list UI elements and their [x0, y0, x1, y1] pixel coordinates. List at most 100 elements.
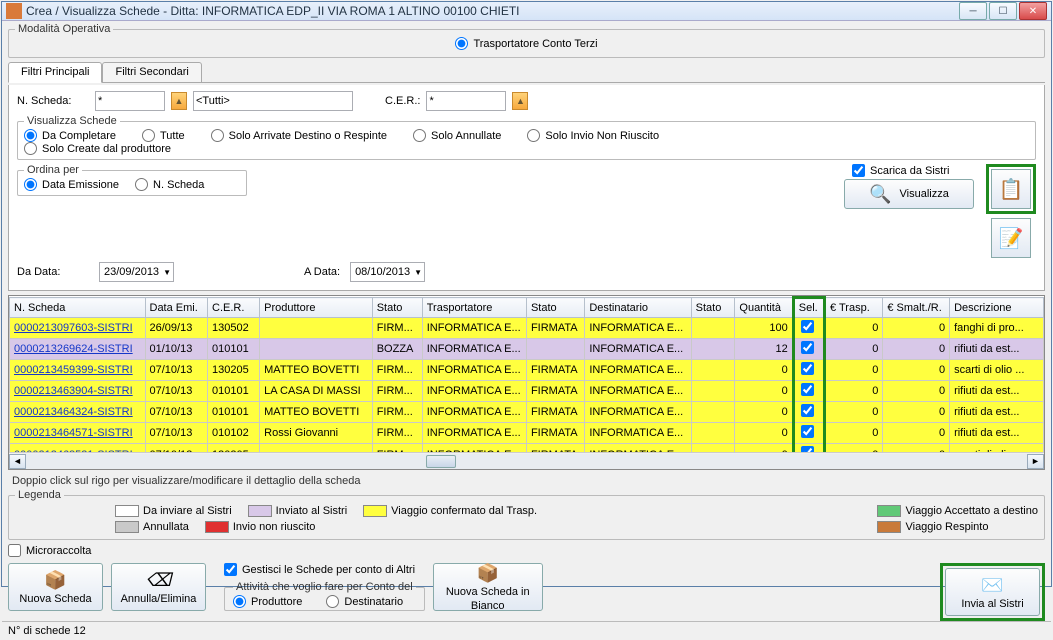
tab-secondary[interactable]: Filtri Secondari	[102, 62, 201, 83]
table-row[interactable]: 0000213463904-SISTRI07/10/13010101LA CAS…	[10, 381, 1044, 402]
close-button[interactable]: ✕	[1019, 2, 1047, 20]
attivita-legend: Attività che voglio fare per Conto del	[233, 581, 416, 593]
a-data-combo[interactable]: 08/10/2013▼	[350, 262, 425, 282]
window-title: Crea / Visualizza Schede - Ditta: INFORM…	[26, 4, 959, 18]
nuova-scheda-button[interactable]: 📦 Nuova Scheda	[8, 563, 103, 611]
nscheda-input[interactable]	[95, 91, 165, 111]
tab-main[interactable]: Filtri Principali	[8, 62, 102, 83]
table-row[interactable]: 0000213468531-SISTRI07/10/13130205FIRM..…	[10, 444, 1044, 453]
cell: rifiuti da est...	[950, 402, 1044, 423]
radio-da-completare[interactable]: Da Completare	[24, 129, 116, 142]
cell: FIRM...	[372, 402, 422, 423]
radio-produttore[interactable]: Produttore	[233, 595, 302, 608]
cell: FIRM...	[372, 444, 422, 453]
cell: 010101	[208, 381, 260, 402]
schede-grid[interactable]: N. SchedaData Emi.C.E.R.ProduttoreStatoT…	[8, 295, 1045, 470]
maximize-button[interactable]: ☐	[989, 2, 1017, 20]
edit-toolbtn[interactable]: 📝	[991, 218, 1031, 258]
col-header[interactable]: Data Emi.	[145, 298, 208, 318]
nuova-bianco-button[interactable]: 📦 Nuova Scheda in Bianco	[433, 563, 543, 611]
cell: FIRM...	[372, 318, 422, 339]
cell	[793, 444, 824, 453]
col-header[interactable]: Stato	[691, 298, 735, 318]
radio-destinatario[interactable]: Destinatario	[326, 595, 403, 608]
cell: 0000213468531-SISTRI	[10, 444, 146, 453]
cell: FIRM...	[372, 381, 422, 402]
cell: FIRMATA	[526, 318, 584, 339]
col-header[interactable]: Destinatario	[585, 298, 691, 318]
col-header[interactable]: Produttore	[260, 298, 373, 318]
mode-group: Modalità Operativa Trasportatore Conto T…	[8, 23, 1045, 58]
col-header[interactable]: Stato	[526, 298, 584, 318]
ord-legend: Ordina per	[24, 164, 82, 176]
tutti-input[interactable]	[193, 91, 353, 111]
col-header[interactable]: € Trasp.	[825, 298, 883, 318]
radio-solo-create[interactable]: Solo Create dal produttore	[24, 142, 171, 155]
scroll-right[interactable]: ►	[1027, 454, 1044, 469]
invia-button[interactable]: ✉️ Invia al Sistri	[945, 568, 1040, 616]
cell: 130205	[208, 360, 260, 381]
cell: 130502	[208, 318, 260, 339]
statusbar: N° di schede 12	[2, 621, 1051, 640]
radio-data-emissione[interactable]: Data Emissione	[24, 178, 119, 191]
radio-tutte[interactable]: Tutte	[142, 129, 185, 142]
cell: 0	[735, 381, 793, 402]
cell: rifiuti da est...	[950, 423, 1044, 444]
cer-spin[interactable]: ▲	[512, 92, 528, 110]
scarica-check[interactable]: Scarica da Sistri	[852, 164, 949, 177]
table-row[interactable]: 0000213097603-SISTRI26/09/13130502FIRM..…	[10, 318, 1044, 339]
sel-checkbox[interactable]	[801, 320, 814, 333]
radio-nscheda[interactable]: N. Scheda	[135, 178, 204, 191]
col-header[interactable]: Trasportatore	[422, 298, 526, 318]
nscheda-spin[interactable]: ▲	[171, 92, 187, 110]
cell	[691, 318, 735, 339]
col-header[interactable]: Stato	[372, 298, 422, 318]
table-row[interactable]: 0000213459399-SISTRI07/10/13130205MATTEO…	[10, 360, 1044, 381]
cer-input[interactable]	[426, 91, 506, 111]
da-data-label: Da Data:	[17, 266, 89, 278]
col-header[interactable]: C.E.R.	[208, 298, 260, 318]
cell: INFORMATICA E...	[585, 423, 691, 444]
annulla-button[interactable]: ⌫ Annulla/Elimina	[111, 563, 206, 611]
grid-hscroll[interactable]: ◄ ►	[9, 452, 1044, 469]
cell: FIRMATA	[526, 381, 584, 402]
sel-checkbox[interactable]	[801, 404, 814, 417]
cell	[793, 318, 824, 339]
col-header[interactable]: Descrizione	[950, 298, 1044, 318]
table-row[interactable]: 0000213464324-SISTRI07/10/13010101MATTEO…	[10, 402, 1044, 423]
col-header[interactable]: € Smalt./R.	[883, 298, 950, 318]
cell	[260, 444, 373, 453]
legend-title: Legenda	[15, 489, 64, 501]
cell: 0000213464571-SISTRI	[10, 423, 146, 444]
search-icon: 🔍	[869, 185, 891, 203]
table-row[interactable]: 0000213269624-SISTRI01/10/13010101BOZZAI…	[10, 339, 1044, 360]
radio-solo-annullate[interactable]: Solo Annullate	[413, 129, 501, 142]
refresh-toolbtn[interactable]: 📋	[991, 169, 1031, 209]
visualizza-button[interactable]: 🔍 Visualizza	[844, 179, 974, 209]
cell: INFORMATICA E...	[585, 402, 691, 423]
scroll-left[interactable]: ◄	[9, 454, 26, 469]
sel-checkbox[interactable]	[801, 362, 814, 375]
sel-checkbox[interactable]	[801, 425, 814, 438]
cell: INFORMATICA E...	[585, 318, 691, 339]
radio-solo-invio[interactable]: Solo Invio Non Riuscito	[527, 129, 659, 142]
sel-checkbox[interactable]	[801, 341, 814, 354]
cell: scarti di olio ...	[950, 360, 1044, 381]
col-header[interactable]: N. Scheda	[10, 298, 146, 318]
cell: FIRMATA	[526, 360, 584, 381]
radio-solo-arrivate[interactable]: Solo Arrivate Destino o Respinte	[211, 129, 387, 142]
a-data-label: A Data:	[304, 266, 340, 278]
col-header[interactable]: Quantità	[735, 298, 793, 318]
sel-checkbox[interactable]	[801, 383, 814, 396]
microraccolta-check[interactable]: Microraccolta	[8, 544, 1045, 557]
gestisci-check[interactable]: Gestisci le Schede per conto di Altri	[224, 563, 415, 576]
cell: 0000213463904-SISTRI	[10, 381, 146, 402]
cell	[793, 423, 824, 444]
cell: FIRM...	[372, 423, 422, 444]
minimize-button[interactable]: ─	[959, 2, 987, 20]
table-row[interactable]: 0000213464571-SISTRI07/10/13010102Rossi …	[10, 423, 1044, 444]
col-header[interactable]: Sel.	[793, 298, 824, 318]
cell	[260, 318, 373, 339]
mode-radio[interactable]: Trasportatore Conto Terzi	[455, 37, 597, 50]
da-data-combo[interactable]: 23/09/2013▼	[99, 262, 174, 282]
